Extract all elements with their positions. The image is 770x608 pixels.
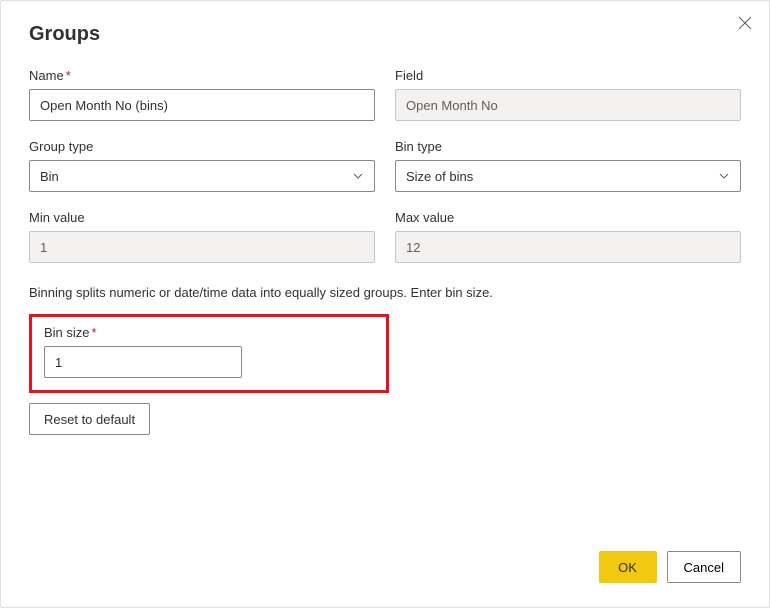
group-type-group: Group type Bin (29, 139, 375, 192)
bin-size-label: Bin size* (44, 325, 374, 340)
max-value-label: Max value (395, 210, 741, 225)
reset-to-default-button[interactable]: Reset to default (29, 403, 150, 435)
max-value-group: Max value 12 (395, 210, 741, 263)
max-value-text: 12 (406, 240, 420, 255)
field-readonly: Open Month No (395, 89, 741, 121)
close-icon (738, 16, 752, 30)
min-value-label: Min value (29, 210, 375, 225)
name-field-group: Name* (29, 68, 375, 121)
chevron-down-icon (352, 170, 364, 182)
bin-size-input[interactable] (44, 346, 242, 378)
binning-info-text: Binning splits numeric or date/time data… (29, 285, 741, 300)
bin-size-highlight-box: Bin size* (29, 314, 389, 393)
bin-type-value: Size of bins (406, 169, 473, 184)
close-button[interactable] (735, 13, 755, 33)
field-label: Field (395, 68, 741, 83)
name-input[interactable] (29, 89, 375, 121)
group-type-value: Bin (40, 169, 59, 184)
group-type-label: Group type (29, 139, 375, 154)
bin-type-label: Bin type (395, 139, 741, 154)
field-field-group: Field Open Month No (395, 68, 741, 121)
chevron-down-icon (718, 170, 730, 182)
min-value-readonly: 1 (29, 231, 375, 263)
required-indicator: * (66, 68, 71, 83)
field-value: Open Month No (406, 98, 498, 113)
groups-dialog: Groups Name* Field Open Month No Group t… (0, 0, 770, 608)
required-indicator: * (92, 325, 97, 340)
name-label: Name* (29, 68, 375, 83)
cancel-button[interactable]: Cancel (667, 551, 741, 583)
ok-button[interactable]: OK (599, 551, 657, 583)
min-value-group: Min value 1 (29, 210, 375, 263)
bin-type-select[interactable]: Size of bins (395, 160, 741, 192)
bin-size-label-text: Bin size (44, 325, 90, 340)
max-value-readonly: 12 (395, 231, 741, 263)
dialog-footer: OK Cancel (599, 551, 741, 583)
dialog-title: Groups (29, 23, 741, 46)
form-grid: Name* Field Open Month No Group type Bin… (29, 68, 741, 263)
bin-type-group: Bin type Size of bins (395, 139, 741, 192)
name-label-text: Name (29, 68, 64, 83)
group-type-select[interactable]: Bin (29, 160, 375, 192)
min-value-text: 1 (40, 240, 47, 255)
